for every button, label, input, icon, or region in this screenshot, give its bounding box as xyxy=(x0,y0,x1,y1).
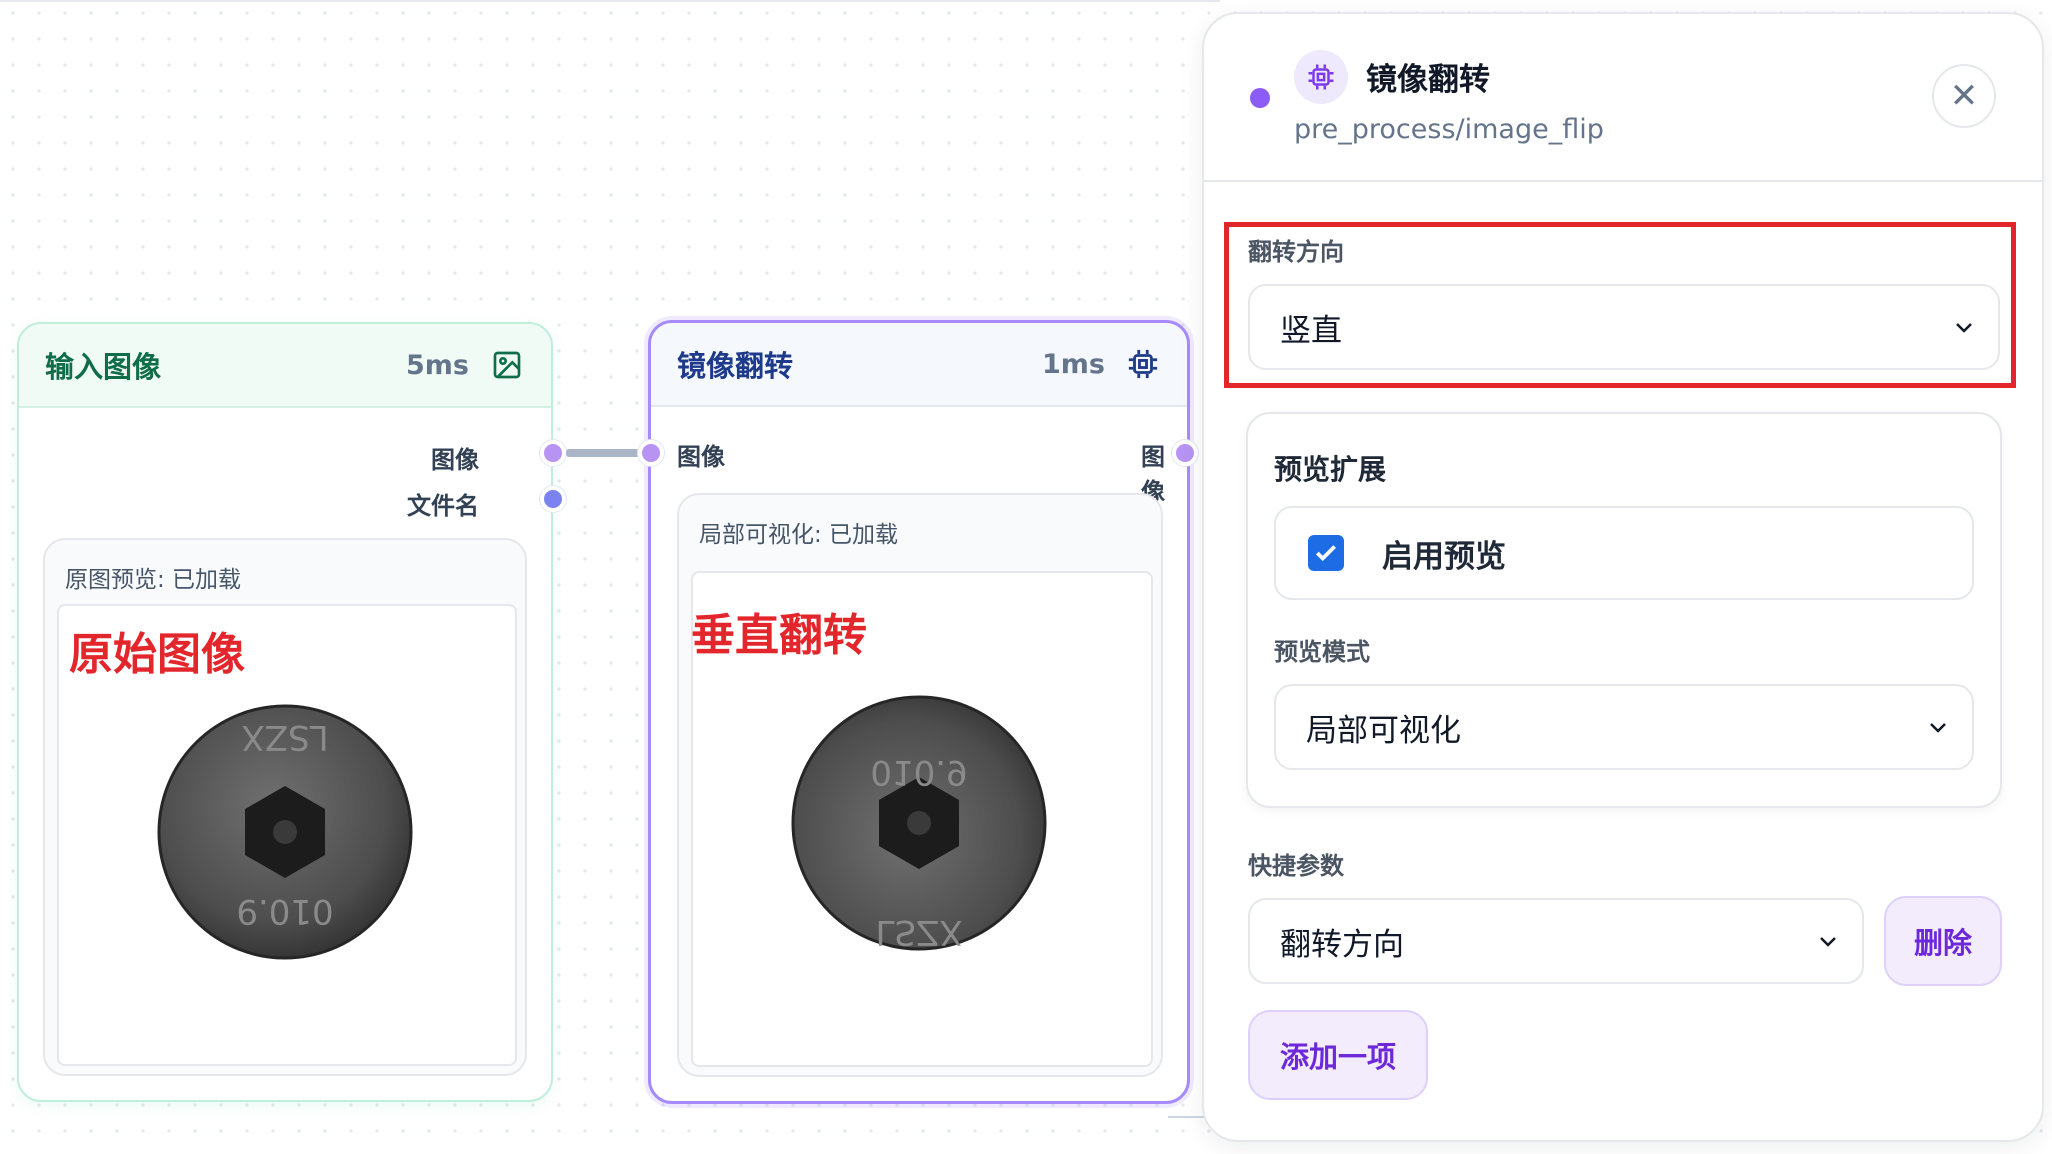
port-flip-image-in[interactable] xyxy=(638,440,664,466)
chevron-down-icon xyxy=(1930,723,1946,733)
input-preview-card: 原图预览: 已加载 LSZX 010.9 原始图像 xyxy=(43,538,527,1076)
checkmark-icon xyxy=(1315,545,1337,562)
shortcut-param-value: 翻转方向 xyxy=(1280,926,1404,963)
panel-title: 镜像翻转 xyxy=(1366,62,1490,98)
image-icon xyxy=(489,347,525,383)
port-input-filename-out[interactable] xyxy=(540,486,566,512)
node-input-title: 输入图像 xyxy=(45,350,162,384)
port-label-filename: 文件名 xyxy=(407,492,479,520)
flip-preview-caption: 局部可视化: 已加载 xyxy=(699,522,899,548)
enable-preview-label: 启用预览 xyxy=(1382,538,1506,575)
preview-extension-title: 预览扩展 xyxy=(1274,453,1387,486)
add-item-button[interactable]: 添加一项 xyxy=(1248,1010,1428,1100)
flip-overlay-label: 垂直翻转 xyxy=(691,610,867,661)
node-input-time: 5ms xyxy=(406,349,469,381)
input-preview-caption: 原图预览: 已加载 xyxy=(65,567,242,593)
status-dot xyxy=(1250,88,1270,108)
preview-extension-card: 预览扩展 启用预览 预览模式 局部可视化 xyxy=(1246,412,2002,808)
svg-text:LSZX: LSZX xyxy=(241,717,328,757)
node-image-flip[interactable]: 镜像翻转 1ms 图像 图像 局部可视化: 已加载 010.9 LSZX 垂直翻… xyxy=(648,320,1190,1104)
node-flip-header[interactable]: 镜像翻转 1ms xyxy=(651,323,1187,407)
svg-text:010.9: 010.9 xyxy=(870,752,967,792)
port-label-image: 图像 xyxy=(431,446,479,474)
enable-preview-toggle[interactable]: 启用预览 xyxy=(1274,506,1974,600)
flip-preview-card: 局部可视化: 已加载 010.9 LSZX 垂直翻转 xyxy=(677,493,1163,1077)
port-input-image-out[interactable] xyxy=(540,440,566,466)
chip-icon xyxy=(1294,50,1348,104)
chevron-down-icon xyxy=(1820,937,1836,947)
node-input-image[interactable]: 输入图像 5ms 图像 文件名 原图预览: 已加载 LSZX 010.9 原始图… xyxy=(17,322,553,1102)
preview-mode-value: 局部可视化 xyxy=(1306,712,1461,749)
panel-header: 镜像翻转 pre_process/image_flip ✕ xyxy=(1204,14,2042,182)
chevron-down-icon xyxy=(1956,323,1972,333)
preview-mode-select[interactable]: 局部可视化 xyxy=(1274,684,1974,770)
port-label-image-in: 图像 xyxy=(677,443,725,471)
flip-direction-value: 竖直 xyxy=(1280,312,1342,349)
preview-mode-label: 预览模式 xyxy=(1274,638,1370,666)
port-flip-image-out[interactable] xyxy=(1172,440,1198,466)
delete-button[interactable]: 删除 xyxy=(1884,896,2002,986)
close-button[interactable]: ✕ xyxy=(1932,64,1996,128)
shortcut-params-label: 快捷参数 xyxy=(1248,852,1344,880)
node-flip-time: 1ms xyxy=(1042,348,1105,380)
svg-text:LSZX: LSZX xyxy=(875,912,962,952)
port-row-image-in: 图像 xyxy=(677,437,725,472)
node-flip-title: 镜像翻转 xyxy=(677,349,794,383)
port-row-image-out: 图像 xyxy=(431,440,479,475)
close-icon: ✕ xyxy=(1949,76,1979,116)
flip-direction-select[interactable]: 竖直 xyxy=(1248,284,2000,370)
port-row-filename-out: 文件名 xyxy=(407,486,479,521)
shortcut-param-select[interactable]: 翻转方向 xyxy=(1248,898,1864,984)
flip-direction-label: 翻转方向 xyxy=(1248,238,1344,266)
svg-text:010.9: 010.9 xyxy=(236,891,333,931)
top-divider xyxy=(0,0,1220,2)
edge-fragment xyxy=(1168,1116,1204,1118)
properties-panel: 镜像翻转 pre_process/image_flip ✕ 翻转方向 竖直 预览… xyxy=(1202,12,2044,1142)
input-overlay-label: 原始图像 xyxy=(69,629,245,680)
panel-path: pre_process/image_flip xyxy=(1294,114,1604,145)
chip-icon xyxy=(1125,346,1161,382)
node-input-header[interactable]: 输入图像 5ms xyxy=(19,324,551,408)
enable-preview-checkbox[interactable] xyxy=(1308,535,1344,571)
